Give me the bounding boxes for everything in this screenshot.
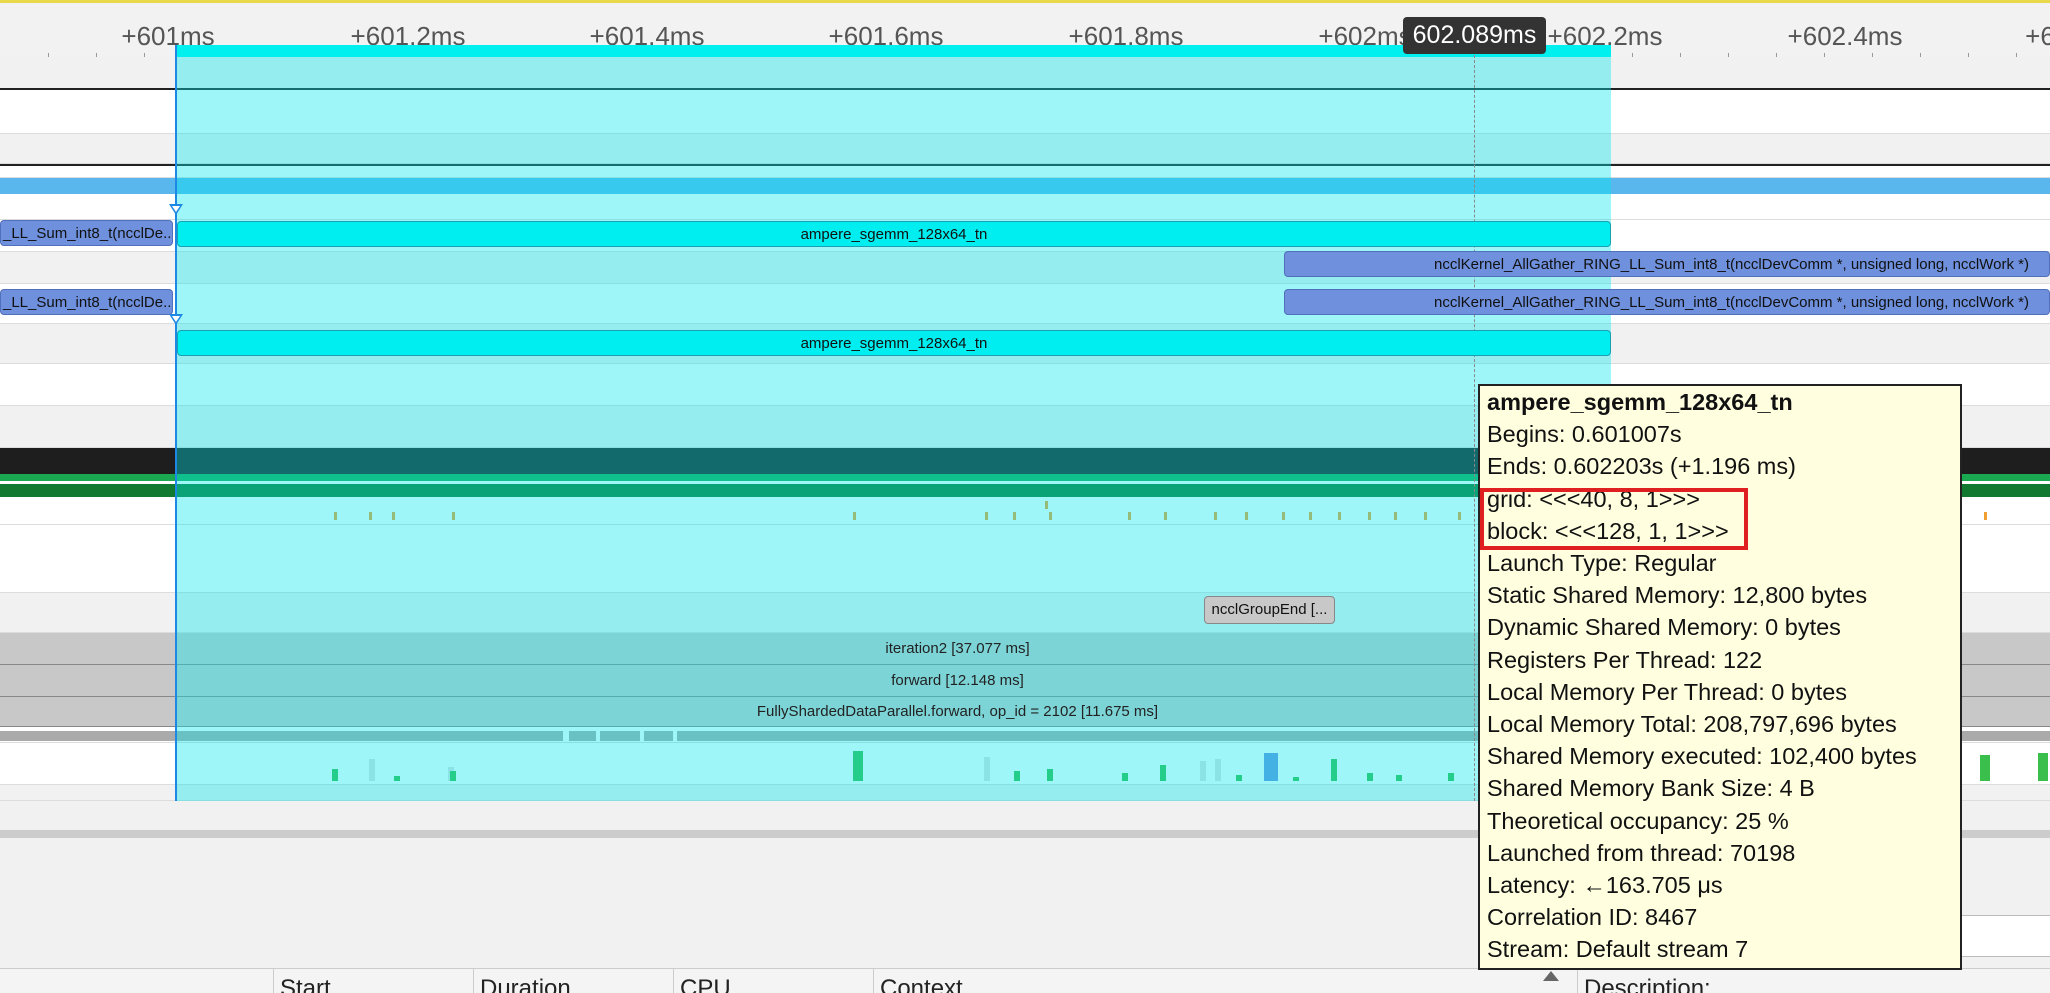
nccl-kernel-slice[interactable]: _LL_Sum_int8_t(ncclDe... — [0, 220, 173, 246]
tooltip-launched-from: Launched from thread: 70198 — [1487, 839, 1796, 866]
kernel-slice[interactable]: ampere_sgemm_128x64_tn — [177, 330, 1611, 356]
ruler-label: +602.4ms — [1787, 21, 1903, 51]
nccl-kernel-slice[interactable]: _LL_Sum_int8_t(ncclDe... — [0, 289, 173, 315]
column-header-start[interactable]: Start — [273, 969, 473, 993]
column-header-cpu[interactable]: CPU — [673, 969, 873, 993]
tooltip-shared-memory-executed: Shared Memory executed: 102,400 bytes — [1487, 743, 1917, 770]
nccl-group-end-slice[interactable]: ncclGroupEnd [... — [1204, 596, 1335, 624]
cpu-marker — [1984, 512, 1987, 520]
tooltip-launch-type: Launch Type: Regular — [1487, 550, 1717, 577]
tooltip-begins: Begins: 0.601007s — [1487, 421, 1682, 448]
scroll-up-icon[interactable] — [1543, 971, 1559, 981]
nccl-allgather-slice[interactable]: ncclKernel_AllGather_RING_LL_Sum_int8_t(… — [1284, 251, 2050, 277]
tooltip-bank-size: Shared Memory Bank Size: 4 B — [1487, 775, 1815, 802]
tooltip-registers: Registers Per Thread: 122 — [1487, 646, 1763, 673]
column-header-duration[interactable]: Duration — [473, 969, 673, 993]
description-label: Description: — [1577, 969, 2050, 993]
description-field[interactable] — [1960, 915, 2050, 957]
ruler-label: +6 — [2025, 21, 2050, 51]
flow-arrow-icon[interactable] — [169, 314, 183, 325]
tooltip-title: ampere_sgemm_128x64_tn — [1487, 389, 1793, 415]
flow-arrow-icon[interactable] — [169, 204, 183, 215]
nccl-allgather-slice[interactable]: ncclKernel_AllGather_RING_LL_Sum_int8_t(… — [1284, 289, 2050, 315]
kernel-slice[interactable]: ampere_sgemm_128x64_tn — [177, 221, 1611, 247]
sample-bar — [1980, 755, 1990, 781]
sample-bar — [2038, 753, 2048, 781]
tooltip-local-memory-thread: Local Memory Per Thread: 0 bytes — [1487, 678, 1848, 705]
kernel-tooltip: ampere_sgemm_128x64_tn Begins: 0.601007s… — [1478, 384, 1962, 970]
events-table-header: Start Duration CPU Context Description: — [0, 968, 2050, 993]
tooltip-latency: Latency: ←163.705 μs — [1487, 872, 1723, 899]
cursor-time-badge: 602.089ms — [1403, 17, 1546, 54]
column-header-context[interactable]: Context — [873, 969, 1540, 993]
tooltip-dynamic-shared-memory: Dynamic Shared Memory: 0 bytes — [1487, 614, 1841, 641]
tooltip-local-memory-total: Local Memory Total: 208,797,696 bytes — [1487, 711, 1897, 738]
tooltip-stream: Stream: Default stream 7 — [1487, 936, 1749, 963]
tooltip-ends: Ends: 0.602203s (+1.196 ms) — [1487, 453, 1796, 480]
tooltip-correlation-id: Correlation ID: 8467 — [1487, 904, 1698, 931]
tooltip-occupancy: Theoretical occupancy: 25 % — [1487, 807, 1789, 834]
tooltip-static-shared-memory: Static Shared Memory: 12,800 bytes — [1487, 582, 1868, 609]
selection-range-bar[interactable] — [177, 45, 1611, 57]
grid-block-highlight — [1480, 488, 1748, 550]
